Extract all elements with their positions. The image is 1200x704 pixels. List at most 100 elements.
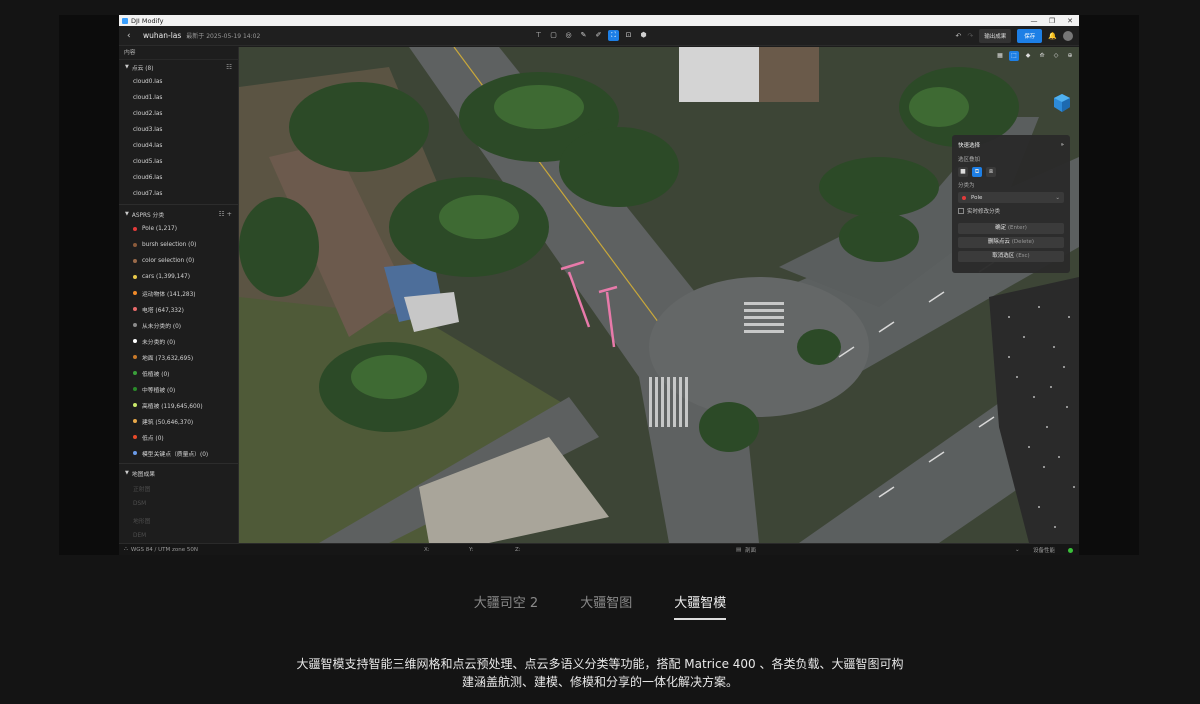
class-color-icon (133, 451, 137, 455)
sidebar-item-cloud[interactable]: cloud2.las (119, 106, 238, 122)
class-label: 模型关键点（质量点）(0) (142, 451, 209, 458)
close-button[interactable]: ✕ (1061, 17, 1079, 25)
select-mode-button[interactable]: ⧈ (986, 167, 996, 177)
sidebar-item-result[interactable]: DEM (119, 528, 238, 543)
sidebar-item-class[interactable]: 模型关键点（质量点）(0) (119, 445, 238, 461)
tool-button[interactable]: ✐ (593, 30, 604, 41)
file-name: wuhan-las (143, 31, 182, 40)
view-tool-button[interactable]: ⬚ (1009, 51, 1019, 61)
confirm-shortcut: (Enter) (1007, 225, 1027, 231)
filter-icon[interactable]: ☷ (226, 63, 232, 71)
results-list: 正射图 DSM 地形图 DEM (119, 480, 238, 543)
tool-button[interactable]: ⬢ (638, 30, 649, 41)
tab-product[interactable]: 大疆智模 (674, 592, 727, 620)
sidebar-item-class[interactable]: Pole (1,217) (119, 221, 238, 237)
sidebar-item-cloud[interactable]: cloud0.las (119, 74, 238, 90)
sidebar-item-class[interactable]: 从未分类的 (0) (119, 317, 238, 333)
tab-product[interactable]: 大疆司空 2 (474, 592, 538, 620)
orientation-cube-icon[interactable] (1053, 93, 1071, 113)
class-label: 运动物体 (141,283) (142, 291, 196, 298)
sidebar-item-class[interactable]: 中等植被 (0) (119, 381, 238, 397)
delete-points-button[interactable]: 删除点云 (Delete) (958, 237, 1064, 248)
sidebar-item-class[interactable]: cars (1,399,147) (119, 269, 238, 285)
divider (119, 463, 238, 464)
view-tool-button[interactable]: ◇ (1051, 51, 1061, 61)
tool-button[interactable]: ✎ (578, 30, 589, 41)
crs-label[interactable]: WGS 84 / UTM zone 50N (131, 547, 198, 553)
sidebar-item-class[interactable]: 未分类的 (0) (119, 333, 238, 349)
filter-icon[interactable]: ☷ (219, 210, 225, 218)
class-color-icon (133, 403, 137, 407)
sidebar-item-class[interactable]: 低点 (0) (119, 429, 238, 445)
bell-icon[interactable]: 🔔 (1048, 32, 1057, 40)
result-label: 地形图 (133, 518, 151, 525)
select-mode-button[interactable]: ■ (958, 167, 968, 177)
maximize-button[interactable]: ❐ (1043, 17, 1061, 25)
expand-icon[interactable]: » (1061, 142, 1064, 148)
view-tool-button[interactable]: ◆ (1023, 51, 1033, 61)
sidebar-item-cloud[interactable]: cloud7.las (119, 186, 238, 202)
view-tool-button[interactable]: ⟰ (1037, 51, 1047, 61)
class-color-icon (133, 355, 137, 359)
minimize-button[interactable]: — (1025, 17, 1043, 25)
back-icon[interactable]: ‹ (127, 31, 139, 41)
class-label: 高植被 (119,645,600) (142, 403, 203, 410)
sidebar-item-result[interactable]: 地形图 (119, 512, 238, 528)
results-section[interactable]: ▼ 地图成果 (119, 466, 238, 480)
sidebar-item-class[interactable]: bursh selection (0) (119, 237, 238, 253)
avatar[interactable] (1063, 31, 1073, 41)
pointcloud-list: cloud0.las cloud1.las cloud2.las cloud3.las… (119, 74, 238, 202)
tool-button[interactable]: ⛶ (608, 30, 619, 41)
sidebar-item-class[interactable]: color selection (0) (119, 253, 238, 269)
cancel-shortcut: (Esc) (1016, 253, 1030, 259)
redo-icon[interactable]: ↷ (967, 32, 973, 40)
class-select[interactable]: Pole ⌄ (958, 192, 1064, 203)
pointcloud-scene[interactable] (239, 47, 1079, 543)
class-color-icon (133, 291, 137, 295)
sidebar-item-result[interactable]: 正射图 (119, 480, 238, 496)
export-button[interactable]: 输出成果 (979, 29, 1012, 43)
cloud-file-label: cloud6.las (133, 175, 163, 181)
view-tool-button[interactable]: ▦ (995, 51, 1005, 61)
view-tool-button[interactable]: ⊕ (1065, 51, 1075, 61)
sidebar-item-result[interactable]: DSM (119, 496, 238, 512)
save-button[interactable]: 保存 (1017, 29, 1043, 43)
classification-section[interactable]: ▼ ASPRS 分类 ☷ + (119, 207, 238, 221)
undo-icon[interactable]: ↶ (956, 32, 962, 40)
device-label[interactable]: 设备性能 (1033, 546, 1055, 554)
class-color-icon (133, 339, 137, 343)
panel-title: 快速选择 (958, 143, 981, 149)
class-color-icon (133, 387, 137, 391)
add-class-icon[interactable]: + (227, 210, 232, 218)
class-settings-icon[interactable]: ☷ + (219, 210, 232, 218)
sidebar-item-cloud[interactable]: cloud4.las (119, 138, 238, 154)
content-sidebar: 内容 ▼ 点云 (8) ☷ cloud0.las cloud1.las cloud2… (119, 47, 239, 543)
pointcloud-section[interactable]: ▼ 点云 (8) ☷ (119, 60, 238, 74)
realtime-checkbox[interactable]: 实时修改分类 (958, 207, 1064, 215)
tool-button[interactable]: ▢ (548, 30, 559, 41)
tab-product[interactable]: 大疆智图 (580, 592, 632, 620)
sidebar-item-cloud[interactable]: cloud1.las (119, 90, 238, 106)
cancel-selection-button[interactable]: 取消选区 (Esc) (958, 251, 1064, 262)
tool-button[interactable]: ◎ (563, 30, 574, 41)
select-mode-button[interactable]: ⧉ (972, 167, 982, 177)
sidebar-item-class[interactable]: 低植被 (0) (119, 365, 238, 381)
sidebar-item-cloud[interactable]: cloud5.las (119, 154, 238, 170)
tool-button[interactable]: ⊤ (533, 30, 544, 41)
pointcloud-viewport[interactable]: ▦ ⬚ ◆ ⟰ ◇ ⊕ (239, 47, 1079, 543)
checkbox-icon[interactable] (958, 208, 964, 214)
class-color-icon (133, 323, 137, 327)
class-label: color selection (0) (142, 258, 195, 264)
sidebar-item-class[interactable]: 高植被 (119,645,600) (119, 397, 238, 413)
sidebar-item-class[interactable]: 运动物体 (141,283) (119, 285, 238, 301)
chevron-down-icon[interactable]: ⌄ (1015, 547, 1020, 553)
sidebar-item-class[interactable]: 电塔 (647,332) (119, 301, 238, 317)
sidebar-item-cloud[interactable]: cloud3.las (119, 122, 238, 138)
measure-label[interactable]: 剖面 (745, 546, 756, 554)
sidebar-item-class[interactable]: 地面 (73,632,695) (119, 349, 238, 365)
tool-button[interactable]: ⊡ (623, 30, 634, 41)
sidebar-item-class[interactable]: 建筑 (50,646,370) (119, 413, 238, 429)
class-label: cars (1,399,147) (142, 274, 191, 280)
confirm-button[interactable]: 确定 (Enter) (958, 223, 1064, 234)
sidebar-item-cloud[interactable]: cloud6.las (119, 170, 238, 186)
